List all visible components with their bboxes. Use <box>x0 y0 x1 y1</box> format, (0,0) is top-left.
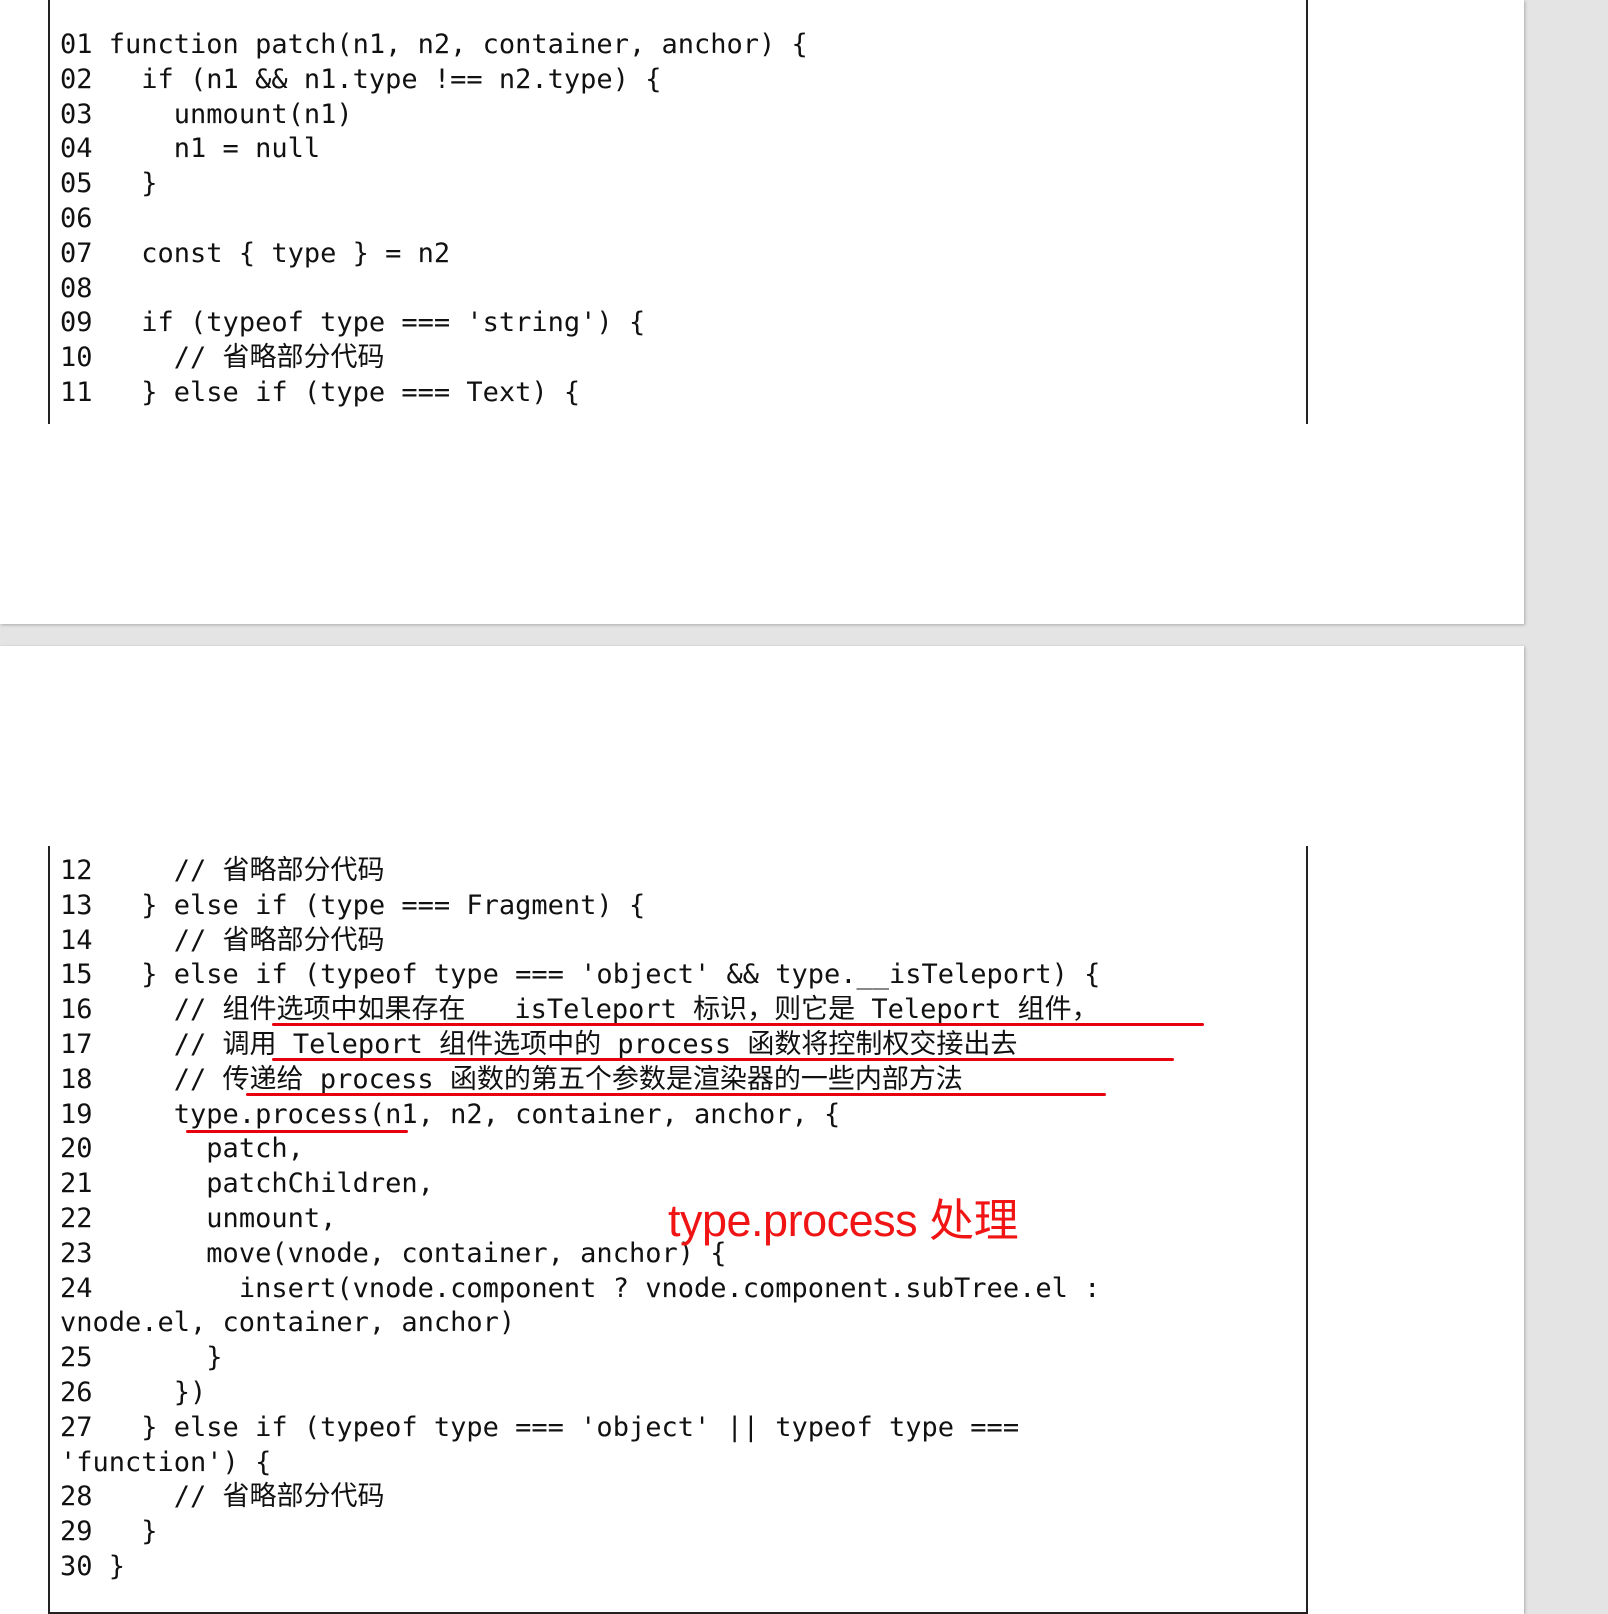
document-page-2: 12 // 省略部分代码 13 } else if (type === Frag… <box>0 646 1524 1614</box>
code-line: 20 patch, <box>60 1133 304 1165</box>
code-line: 26 }) <box>60 1376 207 1408</box>
code-line-highlighted: 16 // 组件选项中如果存在 __isTeleport 标识，则它是 Tele… <box>60 993 1306 1028</box>
code-line: 25 } <box>60 1342 223 1374</box>
code-line-highlighted: 19 type.process(n1, n2, container, ancho… <box>60 1098 1306 1133</box>
code-line-continuation: vnode.el, container, anchor) <box>60 1307 516 1339</box>
code-line: 14 // 省略部分代码 <box>60 924 385 956</box>
code-line: 24 insert(vnode.component ? vnode.compon… <box>60 1272 1101 1304</box>
red-underline <box>272 1057 1174 1061</box>
code-line: 11 } else if (type === Text) { <box>60 376 581 408</box>
code-line: 10 // 省略部分代码 <box>60 342 385 374</box>
code-line-continuation: 'function') { <box>60 1446 272 1478</box>
code-line: 03 unmount(n1) <box>60 98 353 130</box>
red-underline <box>272 1023 1204 1027</box>
code-line: 06 <box>60 202 93 234</box>
code-line: 01 function patch(n1, n2, container, anc… <box>60 29 808 60</box>
red-underline <box>246 1092 1106 1096</box>
code-line: 05 } <box>60 168 158 200</box>
handwritten-annotation: type.process 处理 <box>668 1195 1019 1246</box>
code-line: 29 } <box>60 1516 158 1548</box>
code-listing-top: 01 function patch(n1, n2, container, anc… <box>48 0 1308 424</box>
code-line: 15 } else if (typeof type === 'object' &… <box>60 959 1101 991</box>
code-line: 08 <box>60 272 93 304</box>
code-line: 02 if (n1 && n1.type !== n2.type) { <box>60 63 662 95</box>
code-line: 30 } <box>60 1550 126 1582</box>
code-line-highlighted: 17 // 调用 Teleport 组件选项中的 process 函数将控制权交… <box>60 1028 1306 1063</box>
code-line: 04 n1 = null <box>60 133 321 165</box>
code-line: 12 // 省略部分代码 <box>60 855 385 886</box>
code-line: 07 const { type } = n2 <box>60 237 451 269</box>
code-line: 28 // 省略部分代码 <box>60 1481 385 1513</box>
code-line: 09 if (typeof type === 'string') { <box>60 307 646 339</box>
code-line-highlighted: 18 // 传递给 process 函数的第五个参数是渲染器的一些内部方法 <box>60 1063 1306 1098</box>
code-line: 27 } else if (typeof type === 'object' |… <box>60 1411 1020 1443</box>
code-line: 13 } else if (type === Fragment) { <box>60 889 646 921</box>
document-page-1: 01 function patch(n1, n2, container, anc… <box>0 0 1524 624</box>
